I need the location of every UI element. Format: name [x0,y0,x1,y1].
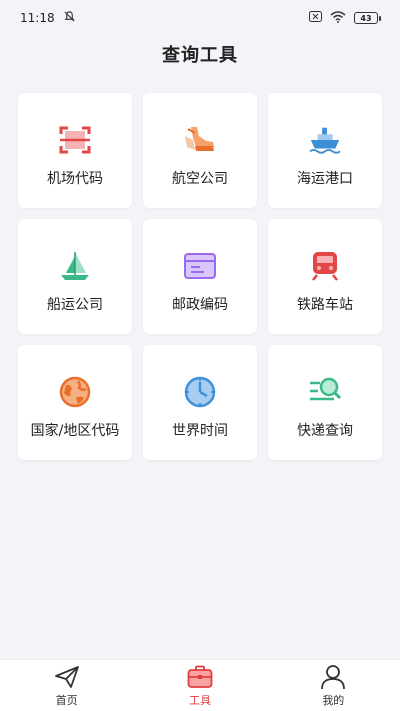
tab-tools[interactable]: 工具 [155,664,245,708]
tools-grid: 机场代码 航空公司 海运港口 船运公司 邮政编码 铁路车站 国家/地区代码 世界… [18,93,382,460]
scan-icon [58,123,92,157]
tool-label: 船运公司 [47,297,103,313]
tool-card-seaport[interactable]: 海运港口 [268,93,382,208]
tool-label: 铁路车站 [297,297,353,313]
tab-profile[interactable]: 我的 [288,664,378,708]
tool-label: 机场代码 [47,171,103,187]
bell-muted-icon [63,10,76,26]
tool-label: 航空公司 [172,171,228,187]
paper-plane-icon [54,664,80,690]
status-bar: 11:18 43 [0,0,400,36]
tab-label: 我的 [322,693,345,707]
battery-icon: 43 [354,12,381,24]
tab-label: 首页 [55,693,78,707]
tool-card-express-tracking[interactable]: 快递查询 [268,345,382,460]
tool-card-shipping-company[interactable]: 船运公司 [18,219,132,334]
mail-card-icon [183,249,217,283]
tool-label: 邮政编码 [172,297,228,313]
search-list-icon [308,375,342,409]
toolbox-icon [187,664,213,690]
tool-card-country-code[interactable]: 国家/地区代码 [18,345,132,460]
status-time: 11:18 [20,11,55,25]
tab-home[interactable]: 首页 [22,664,112,708]
boot-icon [183,123,217,157]
tool-card-airline[interactable]: 航空公司 [143,93,257,208]
tool-label: 快递查询 [297,423,353,439]
tool-label: 国家/地区代码 [30,423,120,439]
battery-level: 43 [360,13,372,23]
wifi-icon [330,10,346,26]
tool-card-airport-code[interactable]: 机场代码 [18,93,132,208]
tab-label: 工具 [188,693,211,707]
sim-off-icon [309,11,322,25]
tool-label: 海运港口 [297,171,353,187]
globe-icon [58,375,92,409]
person-icon [320,664,346,690]
tool-card-postal-code[interactable]: 邮政编码 [143,219,257,334]
ship-icon [308,123,342,157]
train-icon [308,249,342,283]
tool-label: 世界时间 [172,423,228,439]
clock-icon [183,375,217,409]
tool-card-railway-station[interactable]: 铁路车站 [268,219,382,334]
tool-card-world-time[interactable]: 世界时间 [143,345,257,460]
sail-icon [58,249,92,283]
page-title: 查询工具 [162,45,238,66]
bottom-tab-bar: 首页 工具 我的 [0,659,400,711]
